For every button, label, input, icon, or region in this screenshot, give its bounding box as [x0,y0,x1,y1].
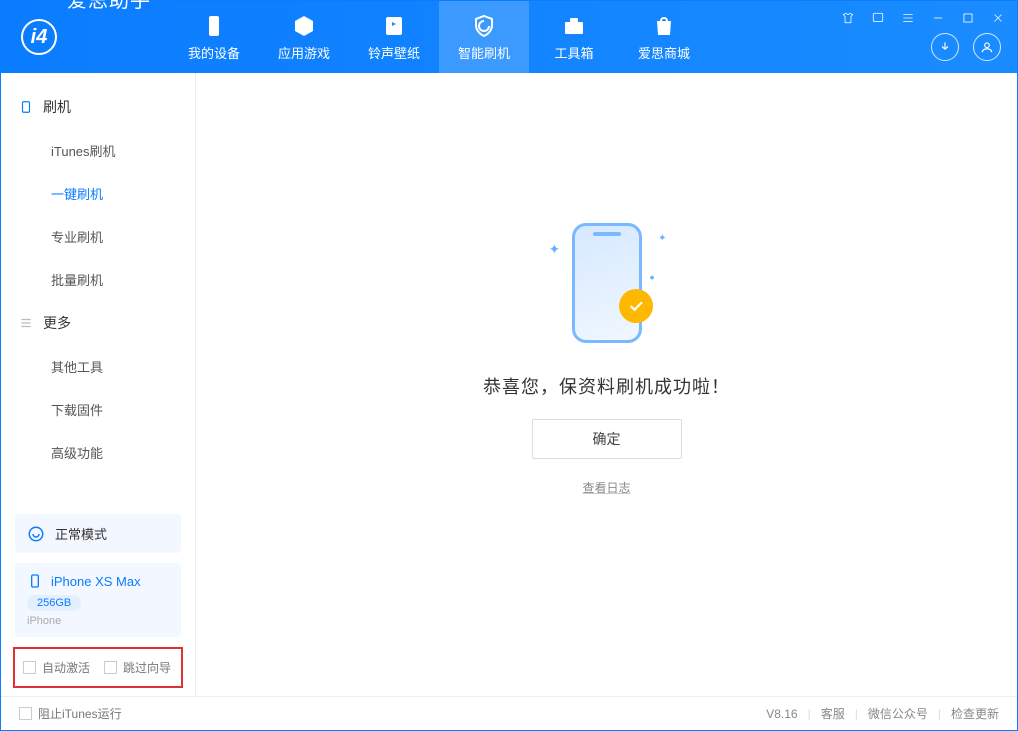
footer-support-link[interactable]: 客服 [821,705,845,722]
checkbox-auto-activate[interactable]: 自动激活 [23,659,90,676]
list-icon [19,316,33,330]
phone-icon [201,13,227,39]
check-badge-icon [619,289,653,323]
mode-label: 正常模式 [55,524,107,543]
sidebar-group-more: 更多 [1,301,195,345]
nav-ringtones[interactable]: 铃声壁纸 [349,1,439,73]
feedback-icon[interactable] [869,9,887,27]
footer-update-link[interactable]: 检查更新 [951,705,999,722]
version-label: V8.16 [766,707,797,721]
sidebar-item-oneclick-flash[interactable]: 一键刷机 [1,172,195,215]
user-icon[interactable] [973,33,1001,61]
nav-my-device[interactable]: 我的设备 [169,1,259,73]
toolbox-icon [561,13,587,39]
sidebar-item-other-tools[interactable]: 其他工具 [1,345,195,388]
footer-wechat-link[interactable]: 微信公众号 [868,705,928,722]
nav-apps-games[interactable]: 应用游戏 [259,1,349,73]
top-nav: 我的设备 应用游戏 铃声壁纸 智能刷机 工具箱 爱思商城 [169,1,709,73]
device-mode-card[interactable]: 正常模式 [15,514,181,553]
checkbox-skip-setup[interactable]: 跳过向导 [104,659,171,676]
shield-refresh-icon [471,13,497,39]
maximize-button[interactable] [959,9,977,27]
view-log-link[interactable]: 查看日志 [582,479,630,496]
nav-smart-flash[interactable]: 智能刷机 [439,1,529,73]
app-name: 爱思助手 [67,0,151,72]
device-type: iPhone [27,615,169,627]
ok-button[interactable]: 确定 [532,419,682,459]
menu-icon[interactable] [899,9,917,27]
footer: 阻止iTunes运行 V8.16 | 客服 | 微信公众号 | 检查更新 [1,696,1017,730]
device-capacity: 256GB [27,595,81,611]
device-card[interactable]: iPhone XS Max 256GB iPhone [15,563,181,637]
checkbox-icon [104,661,117,674]
device-name: iPhone XS Max [51,574,141,589]
refresh-icon [27,525,45,543]
success-illustration: ✦ ✦ • [537,213,677,353]
device-panel: 正常模式 iPhone XS Max 256GB iPhone [1,504,195,647]
sparkle-icon: • [650,269,655,285]
success-message: 恭喜您，保资料刷机成功啦！ [483,373,730,399]
logo-icon: i4 [21,19,57,55]
phone-graphic [572,223,642,343]
download-icon[interactable] [931,33,959,61]
sidebar-item-itunes-flash[interactable]: iTunes刷机 [1,129,195,172]
close-button[interactable] [989,9,1007,27]
sparkle-icon: ✦ [658,233,666,244]
titlebar-account-icons [931,33,1001,61]
sidebar-item-pro-flash[interactable]: 专业刷机 [1,215,195,258]
phone-small-icon [27,573,43,589]
app-url: www.i4.cn [67,72,151,84]
device-icon [19,100,33,114]
sidebar-item-firmware[interactable]: 下载固件 [1,388,195,431]
checkbox-block-itunes[interactable]: 阻止iTunes运行 [19,705,122,722]
sidebar-group-flash: 刷机 [1,85,195,129]
highlighted-options: 自动激活 跳过向导 [13,647,183,688]
main-content: ✦ ✦ • 恭喜您，保资料刷机成功啦！ 确定 查看日志 [196,73,1017,696]
bag-icon [651,13,677,39]
tshirt-icon[interactable] [839,9,857,27]
cube-icon [291,13,317,39]
app-window: i4 爱思助手 www.i4.cn 我的设备 应用游戏 铃声壁纸 智能刷机 [0,0,1018,731]
body: 刷机 iTunes刷机 一键刷机 专业刷机 批量刷机 更多 其他工具 下载固件 … [1,73,1017,696]
sidebar-item-batch-flash[interactable]: 批量刷机 [1,258,195,301]
nav-toolbox[interactable]: 工具箱 [529,1,619,73]
sidebar-item-advanced[interactable]: 高级功能 [1,431,195,474]
sparkle-icon: ✦ [549,241,561,258]
window-controls [839,9,1007,27]
logo[interactable]: i4 爱思助手 www.i4.cn [1,0,169,84]
sidebar: 刷机 iTunes刷机 一键刷机 专业刷机 批量刷机 更多 其他工具 下载固件 … [1,73,196,696]
nav-store[interactable]: 爱思商城 [619,1,709,73]
minimize-button[interactable] [929,9,947,27]
checkbox-icon [19,707,32,720]
checkbox-icon [23,661,36,674]
titlebar: i4 爱思助手 www.i4.cn 我的设备 应用游戏 铃声壁纸 智能刷机 [1,1,1017,73]
music-icon [381,13,407,39]
